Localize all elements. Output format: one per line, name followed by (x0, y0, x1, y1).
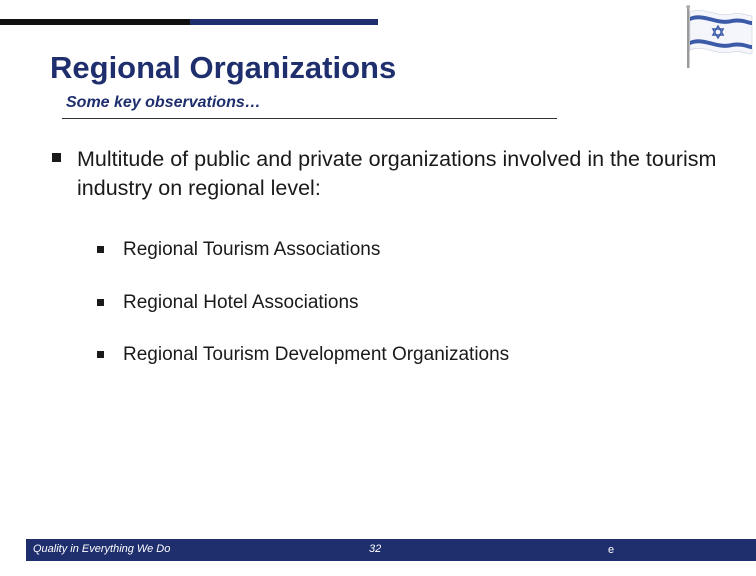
top-accent-bar-blue (190, 19, 378, 25)
footer-mark: e (608, 544, 615, 556)
sub-bullet-text: Regional Tourism Associations (123, 239, 381, 260)
sub-bullet-text: Regional Hotel Associations (123, 292, 359, 313)
sub-bullet-item: Regional Tourism Associations (97, 239, 697, 263)
sub-bullet-text: Regional Tourism Development Organizatio… (123, 344, 510, 365)
square-bullet-icon (97, 299, 104, 306)
footer-motto: Quality in Everything We Do (33, 543, 171, 555)
main-bullet: Multitude of public and private organiza… (52, 145, 732, 203)
top-accent-bar-black (0, 19, 190, 25)
slide-subtitle: Some key observations… (66, 94, 261, 111)
footer-bar: Quality in Everything We Do 32 e (26, 539, 756, 561)
main-bullet-text: Multitude of public and private organiza… (77, 147, 717, 200)
subtitle-divider (62, 118, 557, 119)
slide-title: Regional Organizations (50, 50, 397, 85)
square-bullet-icon (97, 351, 104, 358)
page-number: 32 (369, 543, 382, 555)
israel-flag-icon (686, 5, 753, 68)
sub-bullet-item: Regional Tourism Development Organizatio… (97, 344, 697, 368)
square-bullet-icon (97, 246, 104, 253)
sub-bullet-item: Regional Hotel Associations (97, 292, 697, 316)
square-bullet-icon (52, 153, 61, 162)
